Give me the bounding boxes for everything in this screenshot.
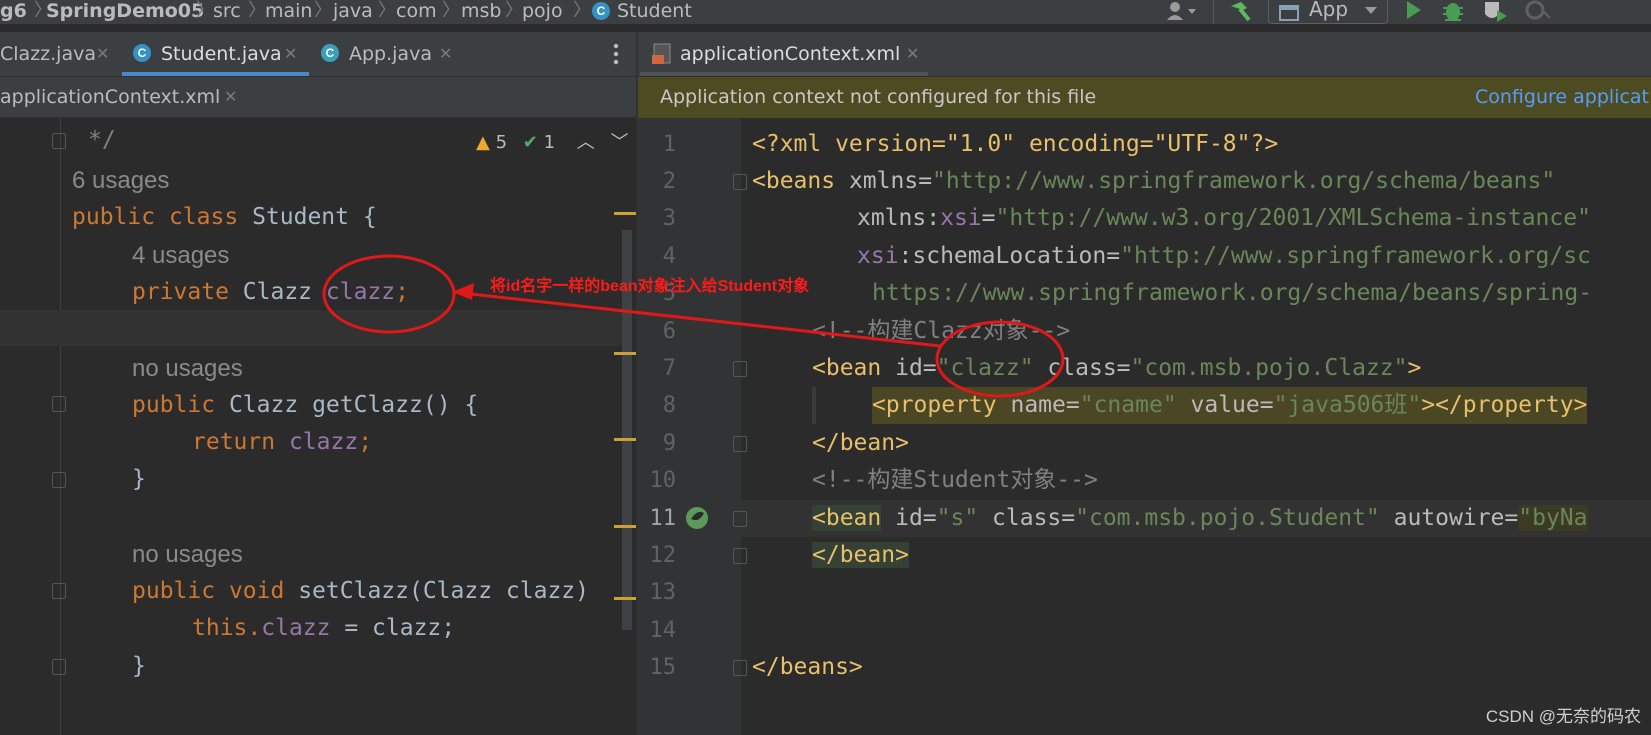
annotation-arrow-line	[461, 291, 941, 348]
annotation-circle-bean-id	[935, 320, 1065, 398]
annotation-circle-field	[322, 254, 456, 334]
annotation-overlay	[322, 254, 1065, 398]
annotation-text: 将id名字一样的bean对象注入给Student对象	[490, 278, 810, 295]
annotation-arrowhead	[452, 283, 474, 300]
watermark: CSDN @无奈的码农	[1485, 707, 1641, 726]
